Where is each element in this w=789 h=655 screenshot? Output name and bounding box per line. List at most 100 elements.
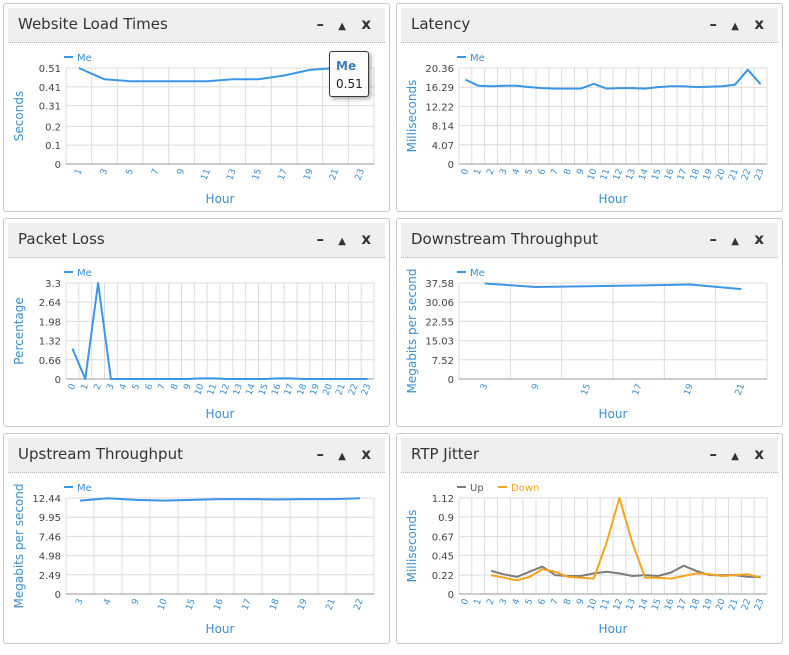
x-tick-label: 21 [734, 383, 747, 397]
x-tick-label: 12 [612, 598, 625, 612]
legend-label: Down [511, 483, 539, 494]
x-tick-label: 2 [486, 168, 497, 177]
x-tick-label: 13 [232, 383, 245, 397]
x-tick-label: 0 [67, 382, 78, 391]
x-axis-title: Hour [206, 407, 235, 421]
x-tick-label: 23 [354, 168, 367, 182]
chart-downstream-throughput: 37.58 30.06 22.55 15.03 7.52 0 3 9 15 17 19 21 Hour M… [405, 268, 768, 421]
x-tick-label: 18 [269, 597, 282, 611]
legend-label: Up [470, 483, 484, 494]
x-tick-label: 4 [511, 167, 522, 176]
y-tick-label: 20.36 [425, 64, 454, 75]
y-tick-label: 22.55 [425, 317, 454, 328]
y-axis-title: Megabits per second [405, 269, 419, 394]
x-tick-label: 9 [182, 382, 193, 391]
x-tick-label: 10 [193, 382, 206, 396]
y-tick-label: 16.29 [425, 83, 454, 94]
x-tick-label: 16 [213, 597, 226, 611]
x-tick-label: 19 [297, 597, 310, 611]
x-tick-label: 10 [586, 167, 599, 181]
x-tick-label: 1 [473, 598, 484, 607]
x-tick-label: 0 [460, 597, 471, 606]
x-tick-label: 1 [80, 383, 91, 392]
x-tick-label: 19 [683, 382, 696, 396]
x-tick-label: 20 [322, 382, 335, 396]
legend-label: Me [77, 268, 92, 279]
x-tick-label: 18 [296, 382, 309, 396]
x-tick-label: 1 [73, 168, 84, 177]
x-tick-label: 18 [689, 167, 702, 181]
x-tick-label: 19 [309, 382, 322, 396]
x-tick-label: 4 [102, 597, 113, 606]
x-tick-label: 14 [245, 382, 258, 396]
panel-website-load-times: Website Load Times – ▲ x 0.51 0.41 0.31 0.2… [3, 3, 390, 212]
y-tick-label: 0 [55, 590, 61, 601]
y-tick-label: 0.31 [39, 102, 61, 113]
panel-downstream-throughput: Downstream Throughput – ▲ x 37.58 30.06 22… [396, 218, 783, 427]
x-tick-label: 20 [715, 597, 728, 611]
y-tick-label: 0 [448, 375, 454, 386]
x-tick-label: 9 [530, 382, 541, 391]
y-tick-label: 0 [55, 375, 61, 386]
y-tick-label: 37.58 [425, 279, 454, 290]
y-tick-label: 0 [448, 160, 454, 171]
x-tick-label: 21 [328, 168, 341, 182]
y-tick-label: 7.52 [432, 356, 454, 367]
legend-label: Me [77, 483, 92, 494]
x-tick-label: 22 [353, 598, 366, 612]
x-tick-label: 3 [498, 168, 509, 177]
x-tick-label: 17 [283, 383, 296, 397]
x-tick-label: 13 [625, 168, 638, 182]
x-tick-label: 11 [599, 168, 612, 182]
x-tick-label: 11 [200, 168, 213, 182]
x-tick-label: 16 [270, 382, 283, 396]
x-tick-label: 22 [740, 168, 753, 182]
y-tick-label: 9.95 [39, 513, 61, 524]
x-tick-label: 15 [580, 383, 593, 397]
x-tick-label: 19 [702, 167, 715, 181]
y-tick-label: 0.2 [45, 122, 61, 133]
x-tick-label: 11 [599, 598, 612, 612]
x-tick-label: 4 [511, 597, 522, 606]
y-axis-title: Milliseconds [405, 80, 419, 153]
x-tick-label: 5 [524, 168, 535, 177]
x-tick-label: 10 [157, 597, 170, 611]
x-tick-label: 14 [638, 597, 651, 611]
y-tick-label: 0.9 [438, 513, 454, 524]
chart-rtp-jitter: 1.120.90.670.450.2200 1 2 3 4 5 6 7 8 9 10 11 12 13 14… [405, 483, 768, 636]
y-tick-label: 2.49 [39, 571, 61, 582]
y-tick-label: 0.45 [432, 551, 454, 562]
x-tick-label: 19 [702, 597, 715, 611]
x-tick-label: 7 [550, 168, 561, 177]
x-tick-label: 13 [625, 598, 638, 612]
chart-packet-loss: 3.32.641.981.320.6600 1 2 3 4 5 6 7 8 9 10 11 12 13 14… [12, 268, 375, 421]
x-tick-label: 5 [524, 598, 535, 607]
y-tick-label: 0 [55, 160, 61, 171]
y-tick-label: 30.06 [425, 298, 454, 309]
y-tick-label: 0.1 [45, 141, 61, 152]
x-tick-label: 18 [689, 597, 702, 611]
y-tick-label: 0.67 [432, 533, 454, 544]
x-tick-label: 7 [157, 383, 168, 392]
x-tick-label: 12 [219, 383, 232, 397]
x-tick-label: 7 [550, 598, 561, 607]
y-axis-title: Seconds [12, 91, 26, 141]
x-tick-label: 16 [663, 167, 676, 181]
x-tick-label: 9 [176, 167, 187, 176]
x-tick-label: 17 [631, 383, 644, 397]
x-tick-label: 2 [93, 383, 104, 392]
x-tick-label: 4 [118, 382, 129, 391]
x-tick-label: 23 [753, 168, 766, 182]
x-tick-label: 10 [586, 597, 599, 611]
x-tick-label: 15 [185, 598, 198, 612]
tooltip-value: 0.51 [336, 77, 363, 91]
y-axis-title: Milliseconds [405, 510, 419, 583]
x-tick-label: 21 [727, 168, 740, 182]
x-tick-label: 17 [676, 168, 689, 182]
x-tick-label: 23 [360, 383, 373, 397]
x-tick-label: 17 [277, 168, 290, 182]
y-tick-label: 4.98 [39, 552, 61, 563]
x-tick-label: 23 [753, 598, 766, 612]
x-axis-title: Hour [599, 622, 628, 636]
x-axis-title: Hour [206, 192, 235, 206]
